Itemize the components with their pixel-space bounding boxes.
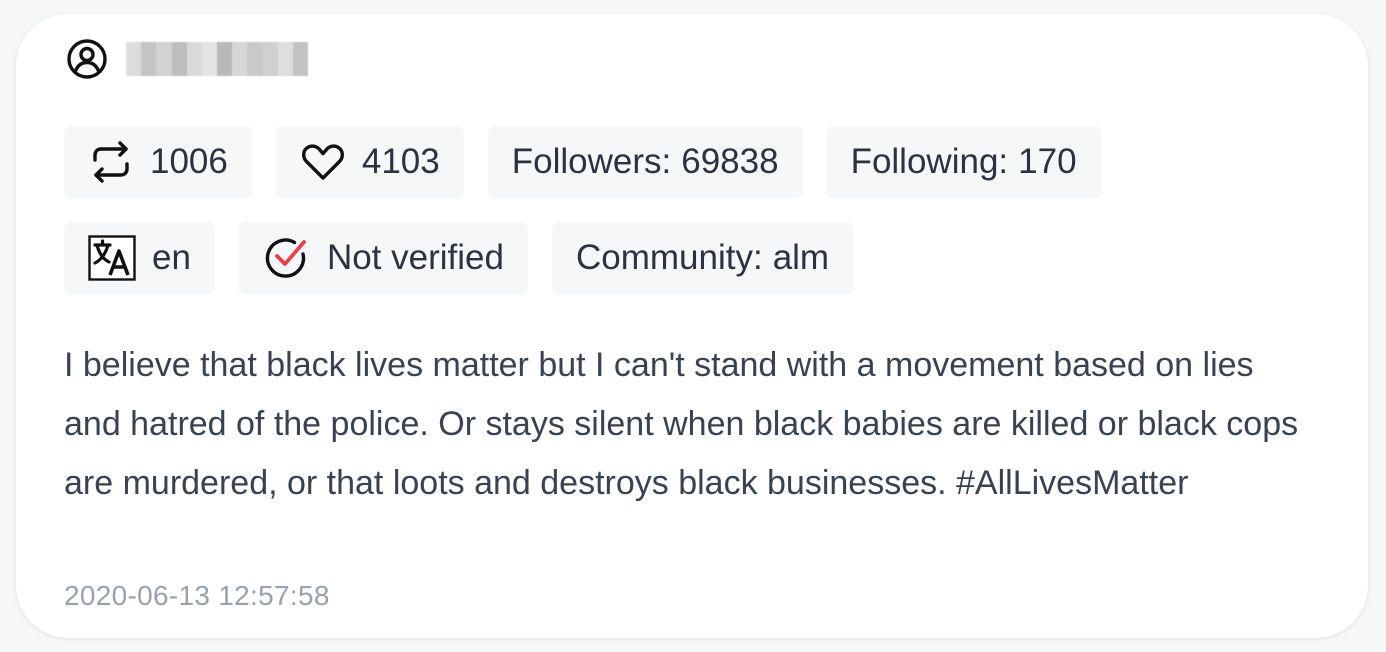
following-chip: Following: 170 bbox=[826, 126, 1101, 198]
user-circle-icon bbox=[66, 38, 108, 80]
likes-chip: 4103 bbox=[275, 126, 464, 198]
heart-icon bbox=[300, 142, 346, 182]
verified-chip: Not verified bbox=[238, 222, 528, 294]
likes-count: 4103 bbox=[361, 142, 440, 181]
community-chip: Community: alm bbox=[551, 222, 854, 294]
language-value: en bbox=[152, 238, 191, 277]
retweets-count: 1006 bbox=[150, 142, 228, 181]
community-label: Community: bbox=[575, 238, 763, 277]
verified-status: Not verified bbox=[326, 238, 504, 277]
check-circle-icon bbox=[263, 235, 311, 281]
retweet-icon bbox=[88, 140, 134, 184]
tweet-text: I believe that black lives matter but I … bbox=[64, 346, 1299, 502]
stats-row: 1006 4103 Followers: 69838 Following: 170 bbox=[64, 126, 1101, 198]
retweets-chip: 1006 bbox=[64, 126, 252, 198]
user-row bbox=[66, 36, 309, 82]
language-chip: en bbox=[64, 222, 215, 294]
tweet-timestamp: 2020-06-13 12:57:58 bbox=[64, 580, 330, 611]
followers-chip: Followers: 69838 bbox=[487, 126, 803, 198]
tweet-card: 1006 4103 Followers: 69838 Following: 170 bbox=[16, 14, 1368, 638]
following-label: Following: bbox=[850, 142, 1009, 181]
meta-row: en Not verified Community: alm bbox=[64, 222, 854, 294]
community-value: alm bbox=[772, 238, 830, 277]
followers-count: 69838 bbox=[681, 142, 779, 181]
followers-label: Followers: bbox=[511, 142, 672, 181]
following-count: 170 bbox=[1018, 142, 1077, 181]
translate-icon bbox=[88, 235, 136, 281]
username-redacted bbox=[126, 42, 309, 76]
